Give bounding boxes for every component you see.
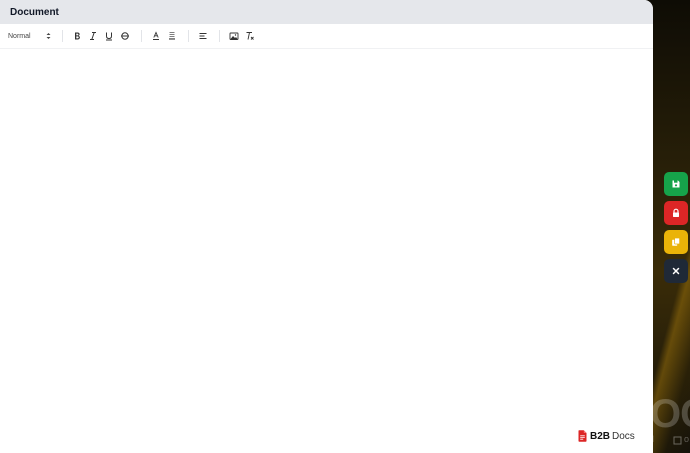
bold-icon	[75, 32, 80, 40]
copy-icon	[672, 237, 680, 246]
editor-area[interactable]	[0, 50, 653, 453]
clear-format-icon	[246, 32, 254, 40]
strikethrough-icon	[121, 32, 129, 40]
window-title: Document	[10, 6, 59, 18]
bold-button[interactable]	[69, 28, 85, 44]
align-icon	[199, 33, 207, 39]
brand-name: B2B	[590, 430, 611, 442]
editor-toolbar: Normal	[0, 24, 653, 49]
save-icon	[672, 180, 680, 188]
underline-button[interactable]	[101, 28, 117, 44]
background-heading: OC	[650, 392, 690, 436]
lock-icon	[673, 208, 679, 217]
title-bar: Document	[0, 0, 653, 24]
updown-icon	[46, 33, 51, 39]
close-icon	[672, 267, 680, 275]
insert-image-button[interactable]	[226, 28, 242, 44]
close-button[interactable]	[664, 259, 688, 283]
brand-logo: B2B Docs	[578, 430, 635, 442]
align-button[interactable]	[195, 28, 211, 44]
save-button[interactable]	[664, 172, 688, 196]
toolbar-divider	[62, 30, 63, 42]
document-window: Document Normal B2B Docs	[0, 0, 653, 453]
brand-suffix: Docs	[612, 430, 635, 442]
lock-button[interactable]	[664, 201, 688, 225]
text-color-button[interactable]	[148, 28, 164, 44]
heading-select-value: Normal	[8, 32, 31, 40]
highlight-button[interactable]	[164, 28, 180, 44]
document-icon	[578, 430, 587, 442]
highlight-icon	[169, 32, 175, 40]
heading-select[interactable]: Normal	[8, 28, 54, 44]
image-icon	[229, 32, 239, 40]
text-color-icon	[153, 31, 159, 40]
italic-button[interactable]	[85, 28, 101, 44]
strikethrough-button[interactable]	[117, 28, 133, 44]
clear-format-button[interactable]	[242, 28, 258, 44]
underline-icon	[106, 32, 112, 41]
background-caption-2: o	[684, 434, 690, 444]
italic-icon	[90, 32, 96, 40]
copy-button[interactable]	[664, 230, 688, 254]
toolbar-divider	[219, 30, 220, 42]
toolbar-divider	[141, 30, 142, 42]
toolbar-divider	[188, 30, 189, 42]
background-file-icon	[673, 436, 682, 445]
